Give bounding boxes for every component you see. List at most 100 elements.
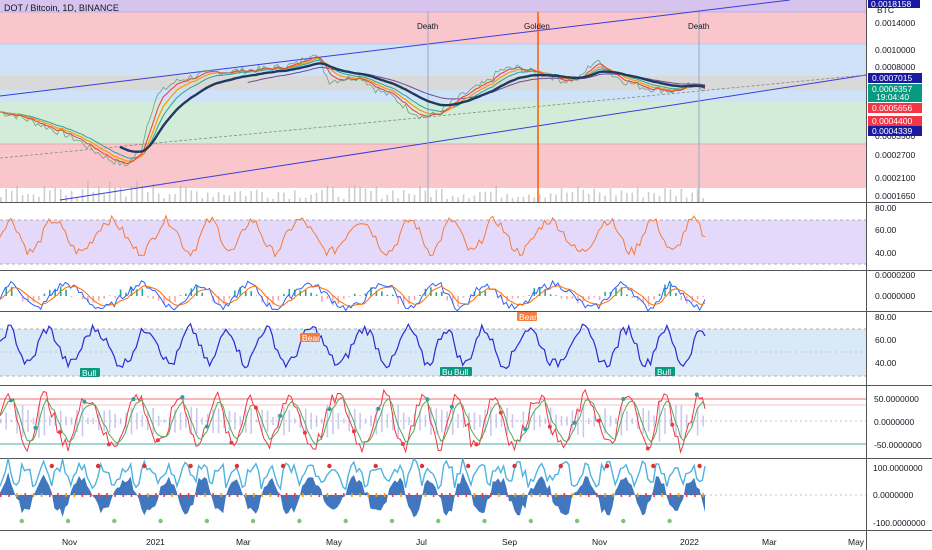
macd-hist-bar (304, 289, 307, 296)
macd-hist-bar (315, 294, 318, 296)
osc-cross-dot (278, 413, 283, 418)
osc-hist-bar (359, 412, 361, 430)
price-axis-label: 0.0010000 (875, 45, 915, 55)
macd-hist-bar (98, 296, 100, 301)
momentum-signal-bar (432, 493, 435, 497)
osc-hist-bar (495, 413, 497, 429)
chart-canvas[interactable]: Death Golden Death DOT / Bitcoin, 1D, BI… (0, 0, 932, 550)
price-tag-value: 0.0007015 (872, 73, 912, 83)
volume-bar (522, 196, 525, 202)
momentum-signal-bar (212, 493, 214, 497)
momentum-signal-bar (277, 493, 280, 497)
volume-bar (168, 194, 171, 202)
macd-hist-bar (234, 290, 236, 296)
osc-hist-bar (152, 407, 154, 435)
volume-bar (675, 196, 677, 202)
momentum-bottom-dot (621, 518, 626, 524)
volume-bar (457, 197, 459, 202)
osc-hist-bar (87, 417, 89, 425)
momentum-signal-bar (285, 493, 288, 497)
momentum-top-dot (49, 463, 54, 469)
osc-hist-bar (108, 409, 111, 433)
volume-bar (500, 197, 503, 202)
osc-hist-bar (479, 414, 481, 428)
osc-hist-bar (5, 412, 7, 430)
osc-hist-bar (141, 415, 144, 427)
time-axis[interactable]: Nov 2021 Mar May Jul Sep Nov 2022 Mar May (62, 537, 865, 547)
momentum-signal-bar (57, 493, 59, 497)
volume-bar (609, 188, 612, 202)
volume-bar (392, 190, 394, 202)
macd-hist-bar (196, 286, 198, 296)
osc-cross-dot (596, 418, 601, 423)
volume-bar (201, 198, 203, 202)
band-pink-top (0, 0, 866, 12)
osc-hist-bar (21, 405, 24, 437)
momentum-top-dot (234, 463, 240, 469)
volume-bar (190, 190, 193, 202)
oscillator-panel[interactable] (0, 388, 866, 455)
volume-bar (27, 194, 29, 202)
osc-hist-bar (397, 404, 399, 438)
momentum-signal-bar (294, 493, 296, 497)
volume-bar (272, 199, 274, 202)
osc-hist-bar (544, 418, 546, 424)
momentum-top-dot (419, 463, 425, 469)
macd-hist-bar (321, 296, 323, 302)
momentum-top-dot (512, 463, 517, 469)
volume-bar (571, 191, 574, 202)
right-price-axis[interactable]: 0.00140000.00100000.00080000.00035000.00… (868, 0, 926, 528)
momentum-bottom-dot (297, 518, 302, 524)
price-axis-label: 0.0002100 (875, 173, 915, 183)
osc-hist-bar (517, 420, 519, 422)
momentum-signal-bar (628, 493, 631, 497)
osc-hist-bar (136, 412, 138, 430)
stoch-panel[interactable]: Bull BullBearBullBearBull (0, 312, 866, 378)
volume-bar (631, 192, 634, 202)
momentum-signal-bar (32, 493, 35, 497)
volume-bar (10, 190, 13, 202)
momentum-signal-bar (392, 493, 394, 497)
volume-bar (288, 198, 291, 202)
momentum-signal-bar (653, 493, 655, 497)
osc-hist-bar (511, 414, 514, 428)
momentum-series (0, 457, 706, 524)
time-axis-label: 2022 (680, 537, 699, 547)
momentum-panel[interactable] (0, 457, 866, 524)
osc-hist-bar (626, 411, 628, 431)
osc-hist-bar (702, 415, 704, 427)
momentum-top-dot (142, 463, 147, 469)
top-price-tag-sub: BTC (877, 5, 894, 15)
osc-hist-bar (0, 418, 2, 424)
momentum-signal-bar (555, 493, 557, 497)
osc-hist-bar (310, 412, 312, 430)
macd-hist-bar (326, 296, 329, 299)
volume-bar (136, 181, 138, 202)
momentum-signal-bar (416, 493, 419, 497)
macd-hist-bar (332, 296, 334, 306)
macd-hist-bar (114, 296, 116, 298)
macd-hist-bar (571, 296, 574, 299)
momentum-signal-bar (563, 493, 566, 497)
signal-tag-label: Bull (454, 367, 468, 377)
momentum-bottom-dot (528, 518, 533, 524)
macd-hist-bar (392, 294, 394, 296)
volume-bar (206, 192, 209, 202)
volume-bar (653, 193, 655, 202)
volume-bar (283, 192, 285, 202)
osc-cross-dot (474, 442, 479, 447)
volume-bar (566, 192, 568, 202)
rsi-panel[interactable] (0, 214, 866, 265)
macd-hist-bar (484, 291, 487, 296)
macd-hist-bar (386, 294, 389, 296)
momentum-signal-bar (326, 493, 329, 497)
osc-cross-dot (155, 438, 160, 443)
momentum-axis-label: -100.0000000 (873, 518, 926, 528)
macd-hist-bar (604, 291, 606, 296)
osc-hist-bar (27, 410, 29, 432)
signal-tag-label: Bull (82, 368, 96, 378)
macd-panel[interactable] (0, 279, 706, 313)
osc-cross-dot (180, 395, 185, 400)
macd-hist-bar (250, 291, 252, 296)
osc-hist-bar (332, 407, 334, 435)
